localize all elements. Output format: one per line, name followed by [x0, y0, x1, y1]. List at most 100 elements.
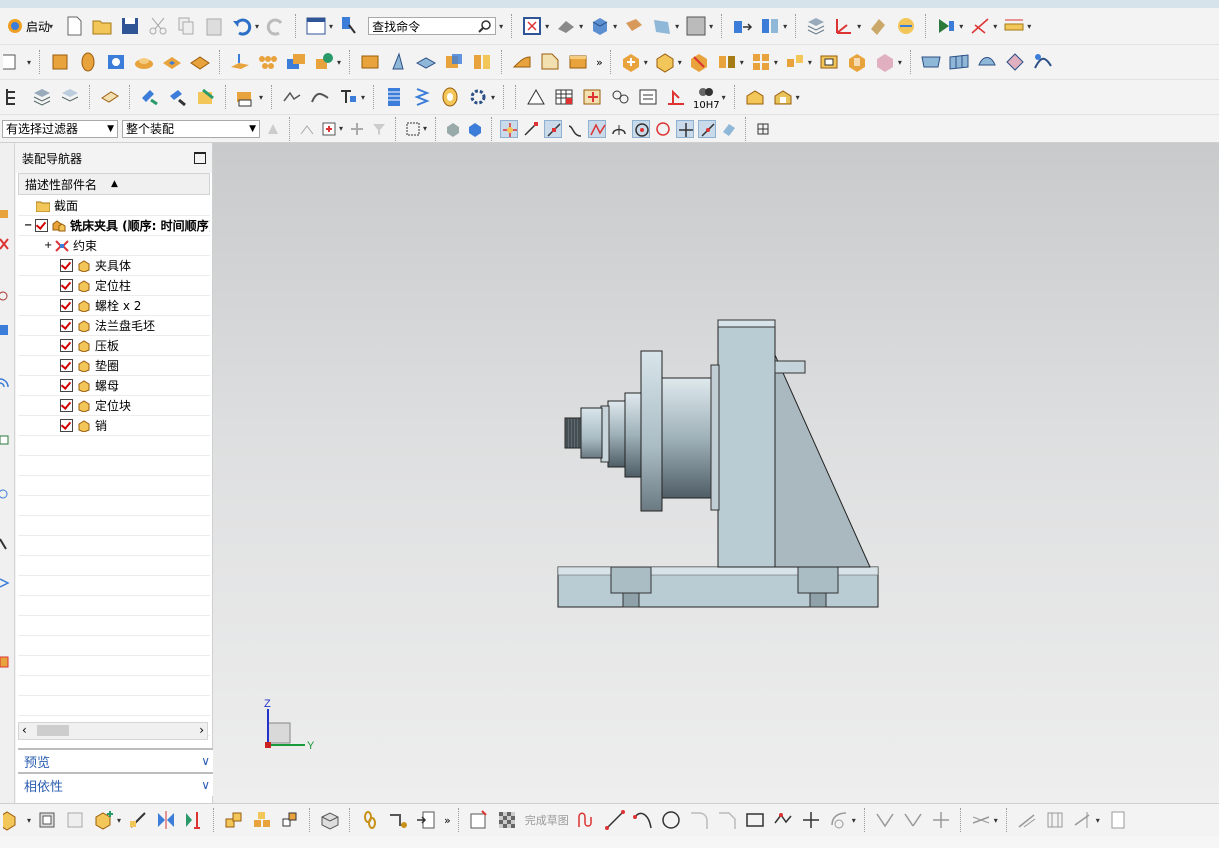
selection-box-icon[interactable]: [320, 120, 338, 138]
visibility-checkbox[interactable]: [35, 219, 48, 232]
spacer[interactable]: [607, 400, 626, 468]
fillet-icon[interactable]: [688, 809, 710, 831]
scrollbar-thumb[interactable]: [37, 725, 69, 736]
assembly-stack-icon[interactable]: [251, 809, 273, 831]
pad-icon[interactable]: [189, 51, 211, 73]
visibility-checkbox[interactable]: [60, 299, 73, 312]
window-icon[interactable]: [305, 15, 327, 37]
align-icon[interactable]: [183, 809, 205, 831]
fit-view-icon[interactable]: [521, 15, 543, 37]
revolve-icon[interactable]: [77, 51, 99, 73]
visibility-checkbox[interactable]: [60, 319, 73, 332]
shape-icon[interactable]: [313, 51, 335, 73]
chevron-down-icon[interactable]: ▾: [678, 58, 682, 67]
start-menu-button[interactable]: 启动 ▾: [4, 17, 56, 35]
replace-component-icon[interactable]: [688, 51, 710, 73]
orient-icon[interactable]: [348, 120, 366, 138]
studio-surface-icon[interactable]: [1032, 51, 1054, 73]
route-icon[interactable]: [387, 809, 409, 831]
assembly-navigator-icon[interactable]: [3, 86, 25, 108]
control-point-icon[interactable]: [566, 120, 584, 138]
tree-item-component[interactable]: 压板: [18, 336, 210, 356]
horizontal-scrollbar[interactable]: ‹ ›: [18, 722, 208, 740]
select-body-icon[interactable]: [444, 120, 462, 138]
new-file-icon[interactable]: [63, 15, 85, 37]
tree-item-section[interactable]: 截面: [18, 196, 210, 216]
triangle-icon[interactable]: [525, 86, 547, 108]
balloon-icon[interactable]: [609, 86, 631, 108]
finish-sketch-label[interactable]: 完成草图: [525, 812, 569, 828]
support-rib[interactable]: [774, 354, 871, 568]
snap-type-icon[interactable]: [298, 120, 316, 138]
boss-icon[interactable]: [133, 51, 155, 73]
surface-through-curves-icon[interactable]: [920, 51, 942, 73]
tree-item-constraints[interactable]: + 约束: [18, 236, 210, 256]
quick-extend-icon[interactable]: [902, 809, 924, 831]
reference-set-icon[interactable]: [99, 86, 121, 108]
touch-mode-icon[interactable]: [339, 15, 361, 37]
hole-icon[interactable]: [105, 51, 127, 73]
resource-system-icon[interactable]: [0, 537, 10, 551]
clip-section-icon[interactable]: [651, 15, 673, 37]
snap-point-icon[interactable]: [500, 119, 519, 138]
chevron-down-icon[interactable]: ▾: [27, 58, 31, 67]
curve-analysis-icon[interactable]: [309, 86, 331, 108]
offset-face-icon[interactable]: [415, 51, 437, 73]
scroll-left-icon[interactable]: ‹: [22, 723, 27, 737]
gear-icon[interactable]: [467, 86, 489, 108]
point-on-face-icon[interactable]: [720, 120, 738, 138]
point-on-curve-icon[interactable]: [698, 119, 717, 138]
end-point-icon[interactable]: [522, 120, 540, 138]
resource-palette-icon[interactable]: [0, 655, 10, 669]
auto-dimension-icon[interactable]: [1072, 809, 1094, 831]
hex-nut[interactable]: [580, 407, 603, 459]
tree-item-component[interactable]: 螺栓 x 2: [18, 296, 210, 316]
tree-item-root-assembly[interactable]: − 铣床夹具 (顺序: 时间顺序): [18, 216, 210, 236]
tree-item-component[interactable]: 法兰盘毛坯: [18, 316, 210, 336]
rectangle-icon[interactable]: [744, 809, 766, 831]
resource-constraint-icon[interactable]: [0, 237, 10, 251]
chevron-down-icon[interactable]: ▾: [774, 58, 778, 67]
create-new-component-icon[interactable]: [654, 51, 676, 73]
pattern-feature-icon[interactable]: [257, 51, 279, 73]
graphics-window[interactable]: Z Y: [213, 143, 1219, 803]
move-icon[interactable]: [127, 809, 149, 831]
parts-list-icon[interactable]: [581, 86, 603, 108]
split-body-icon[interactable]: [471, 51, 493, 73]
mid-point-icon[interactable]: [544, 119, 563, 138]
chevron-down-icon[interactable]: ▾: [994, 816, 998, 825]
check-clearance-icon[interactable]: [846, 51, 868, 73]
wave-geometry-icon[interactable]: [37, 809, 59, 831]
wave-link-icon[interactable]: [139, 86, 161, 108]
surface-mesh-icon[interactable]: [948, 51, 970, 73]
extrude-icon[interactable]: [49, 51, 71, 73]
visibility-checkbox[interactable]: [60, 279, 73, 292]
wave-interpart-icon[interactable]: [65, 809, 87, 831]
open-folder-icon[interactable]: [91, 15, 113, 37]
play-animation-icon[interactable]: [935, 15, 957, 37]
shape-study-icon[interactable]: [281, 86, 303, 108]
text-icon[interactable]: [337, 86, 359, 108]
save-icon[interactable]: [119, 15, 141, 37]
copy-icon[interactable]: [175, 15, 197, 37]
edit-section-icon[interactable]: [623, 15, 645, 37]
filter-assembly-icon[interactable]: [370, 120, 388, 138]
tree-item-component[interactable]: 定位柱: [18, 276, 210, 296]
chevron-down-icon[interactable]: ▾: [361, 93, 365, 102]
maximize-icon[interactable]: [194, 152, 206, 164]
sequence-icon[interactable]: [818, 51, 840, 73]
render-style-icon[interactable]: [555, 15, 577, 37]
n-sided-surface-icon[interactable]: [1004, 51, 1026, 73]
cut-icon[interactable]: [147, 15, 169, 37]
wcs-icon[interactable]: [833, 15, 855, 37]
chevron-down-icon[interactable]: ▾: [117, 816, 121, 825]
arc-center-icon[interactable]: [610, 120, 628, 138]
tree-item-component[interactable]: 螺母: [18, 376, 210, 396]
chevron-down-icon[interactable]: ▾: [644, 58, 648, 67]
resource-rss-icon[interactable]: [0, 375, 10, 389]
grid-icon[interactable]: [754, 120, 772, 138]
tree-item-component[interactable]: 垫圈: [18, 356, 210, 376]
chevron-down-icon[interactable]: ▾: [27, 816, 31, 825]
visibility-checkbox[interactable]: [60, 259, 73, 272]
explosion-view-icon[interactable]: [784, 51, 806, 73]
